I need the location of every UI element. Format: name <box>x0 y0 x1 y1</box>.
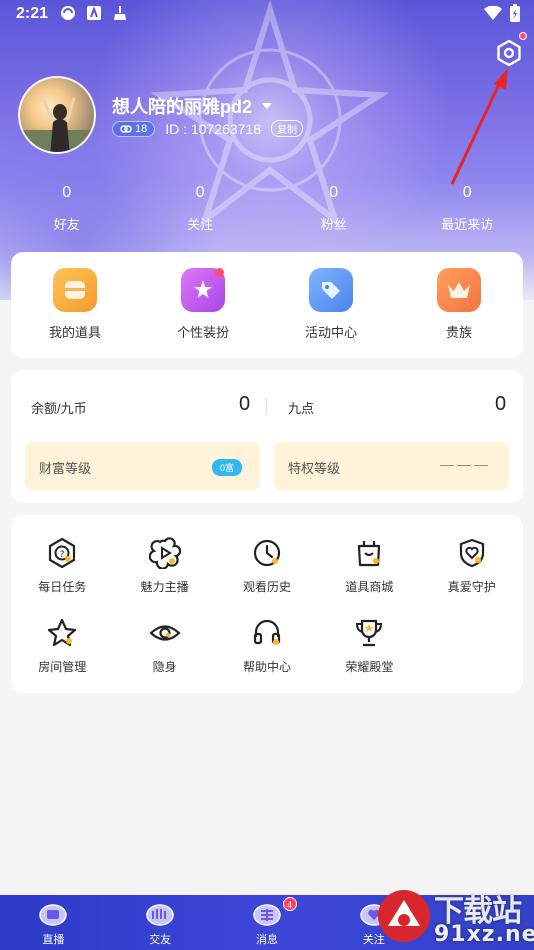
stat-following[interactable]: 0 关注 <box>134 184 268 233</box>
task-icon: ? <box>49 537 76 569</box>
shopping-bag-icon <box>358 541 381 567</box>
stat-label: 粉丝 <box>320 217 347 232</box>
charm-anchor-icon <box>148 537 181 569</box>
func-label: 帮助中心 <box>242 660 291 674</box>
copy-id-button[interactable]: 复制 <box>271 120 303 137</box>
tab-label: 直播 <box>42 934 65 946</box>
wifi-icon <box>484 6 502 20</box>
my-props-button[interactable]: 我的道具 <box>11 252 139 358</box>
tab-label: 消息 <box>255 934 278 946</box>
functions-card: ? 每日任务 魅力主播 观看历史 道具商城 真爱守护 房间管理 隐身 帮助中心 … <box>11 515 523 693</box>
nobility-button[interactable]: 贵族 <box>395 252 523 358</box>
wallet-row: 余额/九币 0 九点 0 <box>11 390 523 420</box>
functions-grid: ? 每日任务 魅力主播 观看历史 道具商城 真爱守护 房间管理 隐身 帮助中心 … <box>11 537 523 675</box>
decoration-notification-dot <box>215 268 224 277</box>
glory-hall-button[interactable]: 荣耀殿堂 <box>318 617 420 675</box>
wallet-divider <box>266 398 267 414</box>
stat-value: 0 <box>62 184 72 201</box>
func-label: 真爱守护 <box>447 580 496 594</box>
func-label: 荣耀殿堂 <box>345 660 394 674</box>
activity-center-button[interactable]: 活动中心 <box>267 252 395 358</box>
stat-value: 0 <box>195 184 205 201</box>
wallet-card: 余额/九币 0 九点 0 财富等级 0富 特权等级 ——— <box>11 370 523 503</box>
privilege-level-box[interactable]: 特权等级 ——— <box>274 442 509 490</box>
stat-label: 好友 <box>53 217 80 232</box>
stat-label: 关注 <box>187 217 214 232</box>
wealth-level-badge: 0富 <box>211 459 242 476</box>
live-tab-icon <box>39 904 68 926</box>
balance-value[interactable]: 0 <box>239 393 250 416</box>
heart-shield-icon <box>459 538 484 568</box>
quick-label: 个性装扮 <box>176 325 229 340</box>
tag-icon <box>309 268 353 312</box>
app-notification-icon <box>87 6 101 20</box>
wealth-level-label: 财富等级 <box>39 461 92 476</box>
points-value[interactable]: 0 <box>495 393 506 416</box>
broom-icon <box>114 6 126 20</box>
stat-label: 最近来访 <box>441 217 494 232</box>
func-label: 隐身 <box>152 660 177 674</box>
clock-icon <box>253 539 281 567</box>
avatar[interactable] <box>18 76 96 154</box>
watermark-url: 91xz.net <box>434 922 534 947</box>
func-label: 每日任务 <box>38 580 87 594</box>
tab-live[interactable]: 直播 <box>0 895 107 950</box>
func-label: 房间管理 <box>38 660 87 674</box>
quick-label: 我的道具 <box>48 325 101 340</box>
personal-decoration-button[interactable]: 个性装扮 <box>139 252 267 358</box>
stat-value: 0 <box>329 184 339 201</box>
level-badge: 18 <box>112 120 156 137</box>
tab-messages[interactable]: 4 消息 <box>214 895 321 950</box>
friends-tab-icon <box>146 904 174 926</box>
username: 想人陪的丽雅pd2 <box>112 97 253 117</box>
func-label: 道具商城 <box>345 580 394 594</box>
eye-icon <box>148 625 181 641</box>
daily-tasks-button[interactable]: ? 每日任务 <box>11 537 113 595</box>
true-love-guard-button[interactable]: 真爱守护 <box>421 537 523 595</box>
star-icon <box>48 618 77 647</box>
battery-icon <box>510 4 520 22</box>
wealth-level-box[interactable]: 财富等级 0富 <box>25 442 260 490</box>
trophy-icon <box>356 619 383 647</box>
red-arrow-annotation <box>450 68 508 185</box>
func-label: 观看历史 <box>242 580 291 594</box>
messages-badge: 4 <box>282 897 297 911</box>
chevron-down-icon[interactable] <box>262 101 273 111</box>
watermark-logo-icon <box>378 890 430 942</box>
messages-tab-icon <box>253 904 281 926</box>
tab-friends[interactable]: 交友 <box>107 895 214 950</box>
headset-icon <box>253 619 281 645</box>
link-icon <box>120 124 132 133</box>
privilege-level-label: 特权等级 <box>288 461 341 476</box>
stat-friends[interactable]: 0 好友 <box>0 184 134 233</box>
prop-mall-button[interactable]: 道具商城 <box>318 537 420 595</box>
prop-box-icon <box>53 268 97 312</box>
func-label: 魅力主播 <box>140 580 189 594</box>
id-row: 18 ID : 107263718 复制 <box>112 120 303 137</box>
watch-history-button[interactable]: 观看历史 <box>216 537 318 595</box>
tab-label: 交友 <box>149 934 172 946</box>
username-row[interactable]: 想人陪的丽雅pd2 <box>112 93 273 119</box>
status-time: 2:21 <box>16 5 49 22</box>
crown-icon <box>437 268 481 312</box>
balance-label: 余额/九币 <box>31 401 87 416</box>
level-number: 18 <box>135 122 148 135</box>
help-center-button[interactable]: 帮助中心 <box>216 617 318 675</box>
quick-label: 活动中心 <box>304 325 357 340</box>
quick-actions-card: 我的道具 个性装扮 活动中心 贵族 <box>11 252 523 358</box>
sync-icon <box>61 6 75 20</box>
status-bar: 2:21 <box>0 0 534 28</box>
site-watermark: 下载站 91xz.net <box>374 880 534 950</box>
stat-fans[interactable]: 0 粉丝 <box>267 184 401 233</box>
privilege-level-value: ——— <box>440 456 491 472</box>
room-management-button[interactable]: 房间管理 <box>11 617 113 675</box>
user-id: ID : 107263718 <box>165 120 261 137</box>
points-label: 九点 <box>288 401 315 416</box>
settings-notification-dot <box>519 32 527 40</box>
svg-text:?: ? <box>60 550 65 560</box>
charm-anchor-button[interactable]: 魅力主播 <box>113 537 215 595</box>
invisible-mode-button[interactable]: 隐身 <box>113 617 215 675</box>
quick-label: 贵族 <box>445 325 472 340</box>
